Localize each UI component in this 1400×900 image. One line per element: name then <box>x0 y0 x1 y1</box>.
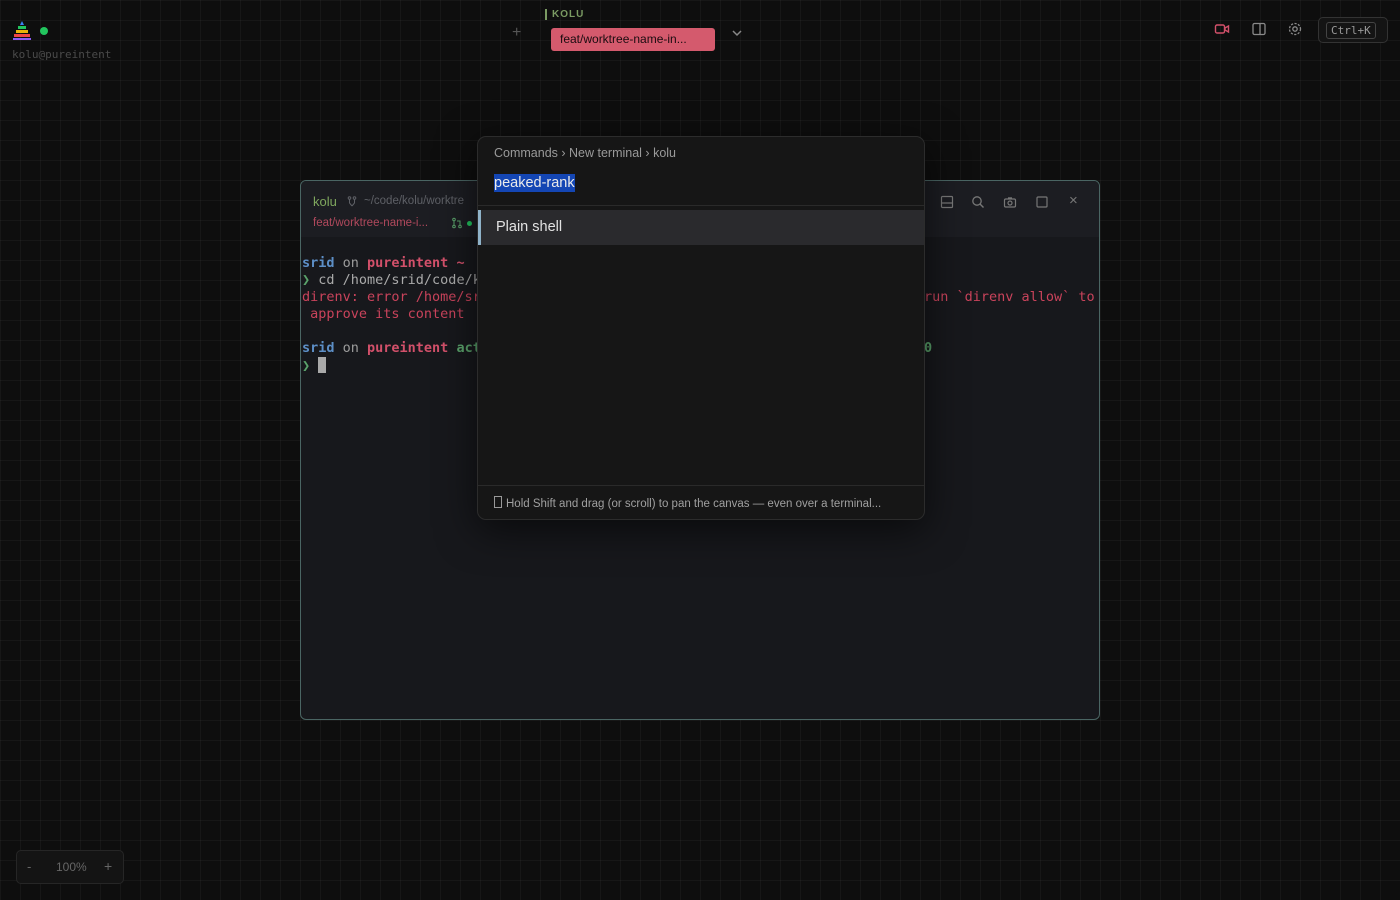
terminal-cursor <box>318 357 327 373</box>
record-icon[interactable] <box>1214 21 1230 37</box>
prompt-user: srid <box>302 340 335 356</box>
zoom-in-button[interactable]: + <box>104 858 112 874</box>
divider <box>478 205 924 206</box>
prompt-host: pureintent <box>367 255 449 271</box>
host-label: kolu@pureintent <box>12 48 112 61</box>
command-palette-shortcut[interactable]: Ctrl+K <box>1318 17 1388 43</box>
palette-search-input[interactable] <box>478 137 924 205</box>
prompt-on: on <box>334 340 368 356</box>
close-icon[interactable]: × <box>1069 192 1078 209</box>
prompt-host: pureintent <box>367 340 449 356</box>
hint-icon <box>494 496 502 508</box>
maximize-icon[interactable] <box>1035 195 1049 209</box>
active-tab[interactable]: feat/worktree-name-in... <box>551 28 715 51</box>
pull-request-icon <box>452 217 462 229</box>
split-icon[interactable] <box>940 195 954 209</box>
zoom-control: - 100% + <box>16 850 124 884</box>
error-text-right: run `direnv allow` to <box>924 289 1095 305</box>
prompt-symbol: ❯ <box>302 358 311 374</box>
hint-text: Hold Shift and drag (or scroll) to pan t… <box>506 498 882 510</box>
error-text-continued: approve its content <box>302 306 465 322</box>
gear-icon[interactable] <box>1287 21 1303 37</box>
app-logo-icon <box>13 21 31 40</box>
chevron-down-icon[interactable] <box>730 26 744 40</box>
add-tab-button[interactable]: + <box>512 24 521 42</box>
divider <box>478 485 924 486</box>
terminal-path: ~/code/kolu/worktre <box>364 195 465 207</box>
connection-status-dot <box>40 27 48 35</box>
shortcut-key: Ctrl+K <box>1326 22 1376 39</box>
palette-query-text: peaked-rank <box>494 174 575 192</box>
prompt-env: act <box>448 340 481 356</box>
worktree-icon <box>347 196 357 207</box>
result-label: Plain shell <box>496 219 563 235</box>
pr-status-dot <box>467 221 472 226</box>
command-palette: Commands › New terminal › kolu peaked-ra… <box>477 136 925 520</box>
zoom-level: 100% <box>56 860 87 874</box>
zoom-out-button[interactable]: - <box>27 859 31 874</box>
palette-result-item[interactable]: Plain shell <box>478 210 924 245</box>
search-icon[interactable] <box>971 195 985 209</box>
prompt-dir: ~ <box>448 255 465 271</box>
terminal-branch: feat/worktree-name-i... <box>313 217 429 229</box>
terminal-output[interactable]: srid on pureintent ~ ❯ cd /home/srid/cod… <box>301 255 1095 425</box>
prompt-user: srid <box>302 255 335 271</box>
terminal-name: kolu <box>313 194 337 209</box>
error-text: direnv: error /home/sr <box>302 289 481 305</box>
camera-icon[interactable] <box>1003 195 1017 209</box>
panel-icon[interactable] <box>1251 21 1267 37</box>
prompt-right-status: 0 <box>924 340 933 356</box>
prompt-on: on <box>334 255 368 271</box>
command-text: cd /home/srid/code/k <box>310 272 481 288</box>
prompt-symbol: ❯ <box>302 272 311 288</box>
palette-hint: Hold Shift and drag (or scroll) to pan t… <box>494 496 881 510</box>
workspace-label: KOLU <box>545 9 584 20</box>
